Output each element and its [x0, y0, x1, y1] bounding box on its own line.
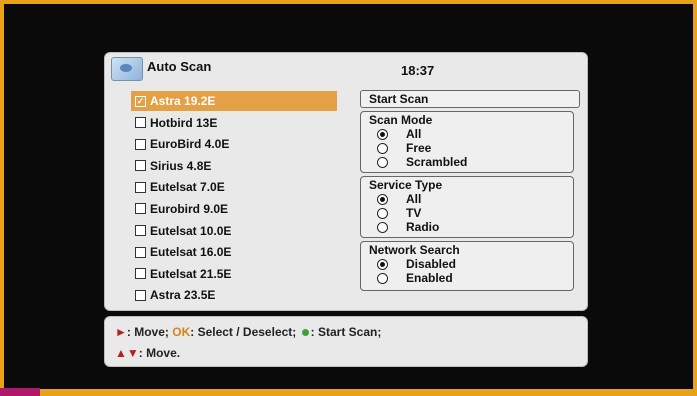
menu-title: Auto Scan	[147, 59, 212, 74]
checkbox[interactable]	[135, 181, 146, 193]
satellite-label: Eutelsat 16.0E	[150, 245, 232, 260]
satellite-label: Eutelsat 7.0E	[150, 180, 225, 195]
scan-mode-option[interactable]: Free	[377, 141, 573, 155]
radio-icon[interactable]	[377, 128, 388, 140]
green-key-icon	[301, 329, 309, 336]
option-label: TV	[406, 206, 422, 220]
network-search-option[interactable]: Disabled	[377, 257, 573, 271]
service-type-option[interactable]: TV	[377, 206, 573, 220]
checkbox[interactable]	[135, 117, 146, 129]
radio-icon[interactable]	[377, 272, 388, 284]
checkbox[interactable]: ✓	[135, 95, 146, 107]
help-select-text: : Select / Deselect;	[190, 325, 297, 339]
network-search-group: Network Search Disabled Enabled	[360, 241, 574, 291]
checkbox[interactable]	[135, 160, 146, 172]
satellite-item[interactable]: Eutelsat 16.0E	[131, 242, 337, 262]
satellite-item[interactable]: Eurobird 9.0E	[131, 199, 337, 219]
help-move-text: : Move;	[126, 325, 169, 339]
satellite-item[interactable]: Astra 23.5E	[131, 285, 337, 305]
radio-icon[interactable]	[377, 193, 388, 205]
help-bar: ►: Move; OK: Select / Deselect; : Start …	[104, 316, 588, 367]
option-label: All	[406, 192, 422, 206]
option-label: All	[406, 127, 422, 141]
satellite-label: Hotbird 13E	[150, 115, 218, 130]
radio-icon[interactable]	[377, 156, 388, 168]
help-scan-text: : Start Scan;	[310, 325, 382, 339]
network-search-title: Network Search	[369, 243, 460, 257]
service-type-title: Service Type	[369, 178, 443, 192]
satellite-item[interactable]: Eutelsat 10.0E	[131, 221, 337, 241]
radio-icon[interactable]	[377, 258, 388, 270]
radio-icon[interactable]	[377, 142, 388, 154]
radio-icon[interactable]	[377, 221, 388, 233]
checkbox[interactable]	[135, 289, 146, 301]
satellite-item[interactable]: Hotbird 13E	[131, 113, 337, 133]
satellite-item[interactable]: Sirius 4.8E	[131, 156, 337, 176]
help-move-vertical-text: : Move.	[138, 346, 181, 360]
network-search-option[interactable]: Enabled	[377, 271, 573, 285]
satellite-list: ✓ Astra 19.2E Hotbird 13E EuroBird 4.0E Siri…	[131, 91, 337, 307]
service-type-option[interactable]: Radio	[377, 220, 573, 234]
checkbox[interactable]	[135, 268, 146, 280]
satellite-label: Eutelsat 10.0E	[150, 223, 232, 238]
scan-mode-option[interactable]: Scrambled	[377, 155, 573, 169]
radio-icon[interactable]	[377, 207, 388, 219]
option-label: Scrambled	[406, 155, 468, 169]
satellite-item[interactable]: Eutelsat 21.5E	[131, 264, 337, 284]
satellite-item[interactable]: Eutelsat 7.0E	[131, 177, 337, 197]
right-arrow-icon: ►	[115, 325, 127, 339]
satellite-item[interactable]: ✓ Astra 19.2E	[131, 91, 337, 111]
up-down-arrow-icon: ▲▼	[115, 346, 139, 360]
satellite-label: EuroBird 4.0E	[150, 137, 230, 152]
help-line-1: ►: Move; OK: Select / Deselect; : Start …	[115, 325, 381, 339]
service-type-group: Service Type All TV Radio	[360, 176, 574, 238]
option-label: Disabled	[406, 257, 457, 271]
satellite-dish-icon	[111, 57, 143, 81]
satellite-label: Astra 19.2E	[150, 94, 216, 108]
service-type-option[interactable]: All	[377, 192, 573, 206]
ok-key-label: OK	[172, 325, 191, 339]
satellite-item[interactable]: EuroBird 4.0E	[131, 134, 337, 154]
clock: 18:37	[401, 63, 435, 78]
satellite-label: Eutelsat 21.5E	[150, 266, 232, 281]
help-line-2: ▲▼: Move.	[115, 346, 180, 360]
frame-corner	[0, 388, 40, 396]
option-label: Enabled	[406, 271, 453, 285]
satellite-label: Sirius 4.8E	[150, 158, 212, 173]
tv-screen: Auto Scan 18:37 ✓ Astra 19.2E Hotbird 13E E…	[4, 4, 693, 389]
scan-mode-option[interactable]: All	[377, 127, 573, 141]
checkbox[interactable]	[135, 246, 146, 258]
option-label: Radio	[406, 220, 440, 234]
scan-mode-group: Scan Mode All Free Scrambled	[360, 111, 574, 173]
checkbox[interactable]	[135, 138, 146, 150]
scan-mode-title: Scan Mode	[369, 113, 433, 127]
satellite-label: Astra 23.5E	[150, 288, 216, 303]
checkbox[interactable]	[135, 225, 146, 237]
start-scan-button[interactable]: Start Scan	[360, 90, 580, 108]
checkbox[interactable]	[135, 203, 146, 215]
option-label: Free	[406, 141, 432, 155]
satellite-label: Eurobird 9.0E	[150, 201, 229, 216]
auto-scan-panel: Auto Scan 18:37 ✓ Astra 19.2E Hotbird 13E E…	[104, 52, 588, 311]
